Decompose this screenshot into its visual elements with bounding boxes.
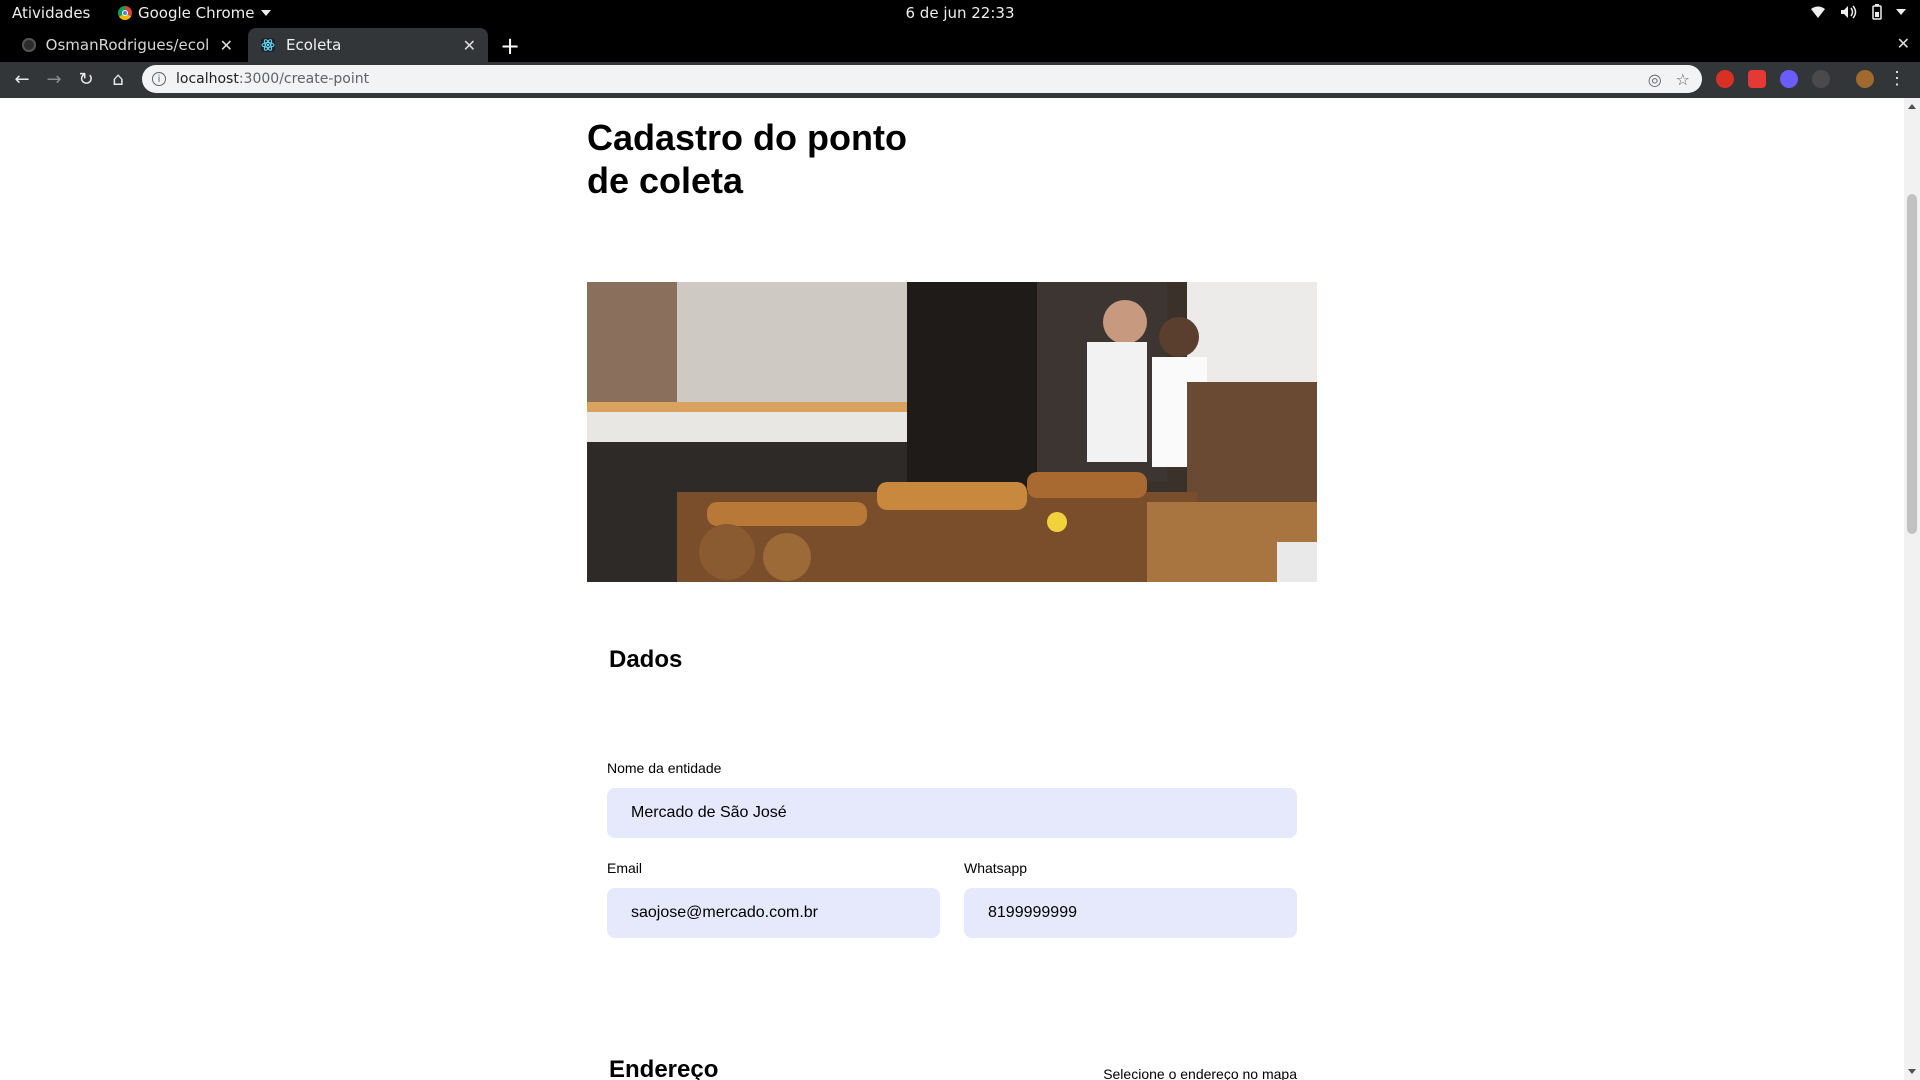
whatsapp-input[interactable]: 8199999999 bbox=[964, 888, 1297, 938]
name-label: Nome da entidade bbox=[607, 760, 722, 776]
tab-github[interactable]: OsmanRodrigues/ecoleta ✕ bbox=[10, 28, 245, 62]
system-top-bar: Atividades Google Chrome 6 de jun 22:33 bbox=[0, 0, 1920, 28]
chrome-icon bbox=[118, 6, 132, 20]
back-arrow-icon[interactable]: ← bbox=[10, 68, 34, 92]
whatsapp-label: Whatsapp bbox=[964, 860, 1028, 876]
url-path: :3000/create-point bbox=[238, 71, 370, 87]
bookmark-star-icon[interactable]: ☆ bbox=[1676, 70, 1690, 89]
system-tray[interactable] bbox=[1810, 4, 1906, 20]
profile-avatar[interactable] bbox=[1856, 70, 1874, 88]
window-close-icon[interactable]: ✕ bbox=[1897, 34, 1910, 54]
reload-icon[interactable]: ↻ bbox=[74, 68, 98, 92]
browser-toolbar: ← → ↻ ⌂ i localhost:3000/create-point ◎ … bbox=[0, 62, 1920, 98]
activities-button[interactable]: Atividades bbox=[12, 4, 90, 22]
wifi-icon bbox=[1811, 6, 1825, 18]
app-name: Google Chrome bbox=[138, 4, 255, 22]
extension-grid-icon[interactable] bbox=[1748, 70, 1766, 88]
email-label: Email bbox=[607, 860, 643, 876]
scroll-up-arrow-icon[interactable] bbox=[1908, 104, 1916, 109]
clock[interactable]: 6 de jun 22:33 bbox=[0, 4, 1920, 22]
email-input[interactable]: saojose@mercado.com.br bbox=[607, 888, 940, 938]
volume-icon bbox=[1841, 5, 1857, 19]
name-input[interactable]: Mercado de São José bbox=[607, 788, 1297, 838]
chevron-down-icon bbox=[260, 10, 271, 16]
page-scrollbar[interactable] bbox=[1904, 98, 1920, 1080]
url-host: localhost bbox=[176, 71, 239, 87]
section-title-endereco: Endereço bbox=[609, 1056, 719, 1080]
info-icon[interactable]: i bbox=[152, 72, 166, 86]
close-icon[interactable]: ✕ bbox=[220, 36, 233, 55]
location-icon[interactable]: ◎ bbox=[1648, 70, 1662, 89]
close-icon[interactable]: ✕ bbox=[463, 36, 476, 55]
extension-video-icon[interactable] bbox=[1780, 70, 1798, 88]
tab-title: Ecoleta bbox=[286, 36, 342, 54]
github-icon bbox=[22, 38, 36, 52]
react-icon bbox=[261, 38, 275, 52]
forward-arrow-icon[interactable]: → bbox=[42, 68, 66, 92]
home-icon[interactable]: ⌂ bbox=[106, 68, 130, 92]
tab-strip: OsmanRodrigues/ecoleta ✕ Ecoleta ✕ + ✕ bbox=[0, 28, 1920, 62]
section-title-dados: Dados bbox=[609, 646, 683, 673]
battery-icon bbox=[1872, 4, 1882, 20]
tab-title: OsmanRodrigues/ecoleta bbox=[45, 36, 210, 54]
extension-grey-icon[interactable] bbox=[1812, 70, 1830, 88]
new-tab-button[interactable]: + bbox=[500, 32, 520, 60]
page-viewport: Cadastro do ponto de coleta Dados Nome d… bbox=[0, 98, 1904, 1080]
bakery-photo bbox=[587, 282, 1317, 582]
address-bar[interactable]: i localhost:3000/create-point ◎ ☆ bbox=[142, 65, 1702, 93]
scroll-down-arrow-icon[interactable] bbox=[1908, 1069, 1916, 1074]
scrollbar-thumb[interactable] bbox=[1907, 194, 1917, 534]
map-hint: Selecione o endereço no mapa bbox=[1103, 1066, 1297, 1080]
extension-record-icon[interactable] bbox=[1716, 70, 1734, 88]
hero-image bbox=[587, 282, 1317, 582]
more-menu-icon[interactable]: ⋮ bbox=[1888, 68, 1906, 89]
chevron-down-icon bbox=[1896, 9, 1906, 15]
app-menu[interactable]: Google Chrome bbox=[118, 4, 271, 22]
tab-ecoleta[interactable]: Ecoleta ✕ bbox=[248, 28, 488, 62]
page-title: Cadastro do ponto de coleta bbox=[587, 117, 907, 201]
